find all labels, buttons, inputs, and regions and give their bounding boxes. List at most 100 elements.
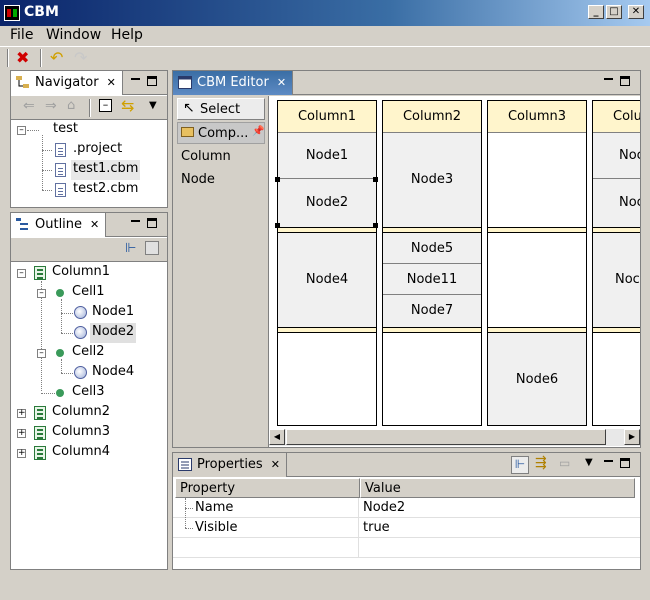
palette-select-tool[interactable]: ↖ Select (177, 98, 265, 120)
show-advanced-icon[interactable]: ⇶ (535, 455, 547, 471)
diagram-node-clipped[interactable]: Noc (593, 179, 640, 227)
tree-item-node1[interactable]: Node1 (92, 304, 134, 324)
tab-outline[interactable]: Outline ✕ (11, 213, 107, 237)
maximize-button[interactable]: □ (606, 5, 622, 19)
tree-item-node2[interactable]: Node2 (90, 323, 137, 343)
minimize-view-icon[interactable] (131, 78, 140, 80)
menu-help[interactable]: Help (111, 27, 143, 43)
view-window-controls (131, 218, 161, 230)
value-column-header[interactable]: Value (360, 478, 635, 498)
outline-icon (16, 218, 28, 230)
back-icon[interactable]: ⇐ (23, 98, 35, 114)
tree-item-column1[interactable]: Column1 (52, 264, 110, 284)
column-icon (34, 426, 46, 440)
diagram-canvas[interactable]: Column1 Node1 Node2 Node4 Column2 Node3 … (268, 96, 640, 447)
minimize-view-icon[interactable] (131, 220, 140, 222)
collapse-toggle-icon[interactable]: – (17, 126, 26, 135)
up-icon[interactable]: ⌂ (67, 98, 75, 113)
tree-item-test1[interactable]: test1.cbm (71, 160, 141, 180)
tree-item-test[interactable]: test (53, 121, 78, 141)
tree-item-cell3[interactable]: Cell3 (72, 384, 105, 404)
diagram-node-11[interactable]: Node11 (383, 264, 481, 295)
tree-item-column4[interactable]: Column4 (52, 444, 110, 464)
diagram-column-2[interactable]: Column2 Node3 Node5 Node11 Node7 (382, 100, 482, 426)
tab-cbm-editor[interactable]: CBM Editor ✕ (173, 71, 294, 95)
tree-line (42, 190, 52, 191)
collapse-toggle-icon[interactable]: – (37, 289, 46, 298)
palette-components-drawer[interactable]: Comp... 📌 (177, 122, 265, 144)
close-tab-icon[interactable]: ✕ (277, 76, 286, 89)
collapse-toggle-icon[interactable]: – (37, 349, 46, 358)
diagram-node-3[interactable]: Node3 (383, 133, 481, 227)
tree-view-icon[interactable]: ⊩ (125, 241, 136, 256)
minimize-view-icon[interactable] (604, 78, 613, 80)
diagram-node-1[interactable]: Node1 (278, 133, 376, 179)
table-row[interactable]: Name Node2 (173, 498, 640, 528)
maximize-view-icon[interactable] (147, 218, 157, 228)
tree-item-project[interactable]: .project (73, 141, 122, 161)
maximize-view-icon[interactable] (620, 76, 630, 86)
scroll-right-icon[interactable]: ▶ (624, 429, 640, 445)
tree-item-node4[interactable]: Node4 (92, 364, 134, 384)
minimize-view-icon[interactable] (604, 460, 613, 462)
close-tab-icon[interactable]: ✕ (271, 458, 280, 471)
diagram-node-6[interactable]: Node6 (488, 333, 586, 425)
menu-window[interactable]: Window (46, 27, 101, 43)
diagram-column-1[interactable]: Column1 Node1 Node2 Node4 (277, 100, 377, 426)
diagram-node-clipped[interactable]: Noc (593, 133, 640, 179)
horizontal-scrollbar[interactable]: ◀ ▶ (269, 429, 640, 446)
tree-item-column3[interactable]: Column3 (52, 424, 110, 444)
selection-handle[interactable] (373, 223, 378, 228)
maximize-view-icon[interactable] (147, 76, 157, 86)
view-menu-icon[interactable]: ▼ (585, 457, 593, 468)
overview-icon[interactable] (145, 241, 159, 255)
scroll-left-icon[interactable]: ◀ (269, 429, 285, 445)
pin-icon[interactable]: 📌 (252, 126, 264, 137)
tree-item-test2[interactable]: test2.cbm (73, 181, 138, 201)
outline-tabbar: Outline ✕ (11, 213, 167, 237)
link-editor-icon[interactable]: ⇆ (121, 96, 134, 115)
minimize-button[interactable]: _ (588, 5, 604, 19)
collapse-toggle-icon[interactable]: – (17, 269, 26, 278)
expand-toggle-icon[interactable]: + (17, 429, 26, 438)
show-categories-icon[interactable]: ⊩ (511, 456, 529, 474)
tree-item-column2[interactable]: Column2 (52, 404, 110, 424)
tree-item-cell1[interactable]: Cell1 (72, 284, 105, 304)
forward-icon[interactable]: ⇒ (45, 98, 57, 114)
close-tab-icon[interactable]: ✕ (107, 76, 116, 89)
selection-handle[interactable] (275, 177, 280, 182)
diagram-node-2[interactable]: Node2 (278, 179, 376, 227)
property-value[interactable]: true (363, 520, 390, 535)
maximize-view-icon[interactable] (620, 458, 630, 468)
redo-icon[interactable]: ↷ (74, 48, 87, 67)
expand-toggle-icon[interactable]: + (17, 409, 26, 418)
delete-icon[interactable]: ✖ (16, 48, 29, 67)
palette-column-tool[interactable]: Column (177, 146, 265, 168)
table-row[interactable]: Visible true (173, 518, 640, 538)
diagram-column-3[interactable]: Column3 Node6 (487, 100, 587, 426)
diagram-node-clipped[interactable]: Noc (593, 233, 640, 327)
diagram-node-5[interactable]: Node5 (383, 233, 481, 264)
menu-file[interactable]: File (10, 27, 33, 43)
property-column-header[interactable]: Property (175, 478, 360, 498)
view-menu-icon[interactable]: ▼ (149, 100, 157, 111)
tab-navigator[interactable]: Navigator ✕ (11, 71, 123, 95)
expand-toggle-icon[interactable]: + (17, 449, 26, 458)
diagram-column-4[interactable]: Colu Noc Noc Noc (592, 100, 640, 426)
close-tab-icon[interactable]: ✕ (90, 218, 99, 231)
undo-icon[interactable]: ↶ (50, 48, 63, 67)
tab-properties[interactable]: Properties ✕ (173, 453, 287, 477)
scroll-thumb[interactable] (286, 429, 606, 445)
diagram-node-4[interactable]: Node4 (278, 233, 376, 327)
diagram-node-7[interactable]: Node7 (383, 295, 481, 327)
column-header: Colu (593, 101, 640, 133)
property-value[interactable]: Node2 (363, 500, 405, 515)
selection-handle[interactable] (275, 223, 280, 228)
palette-node-tool[interactable]: Node (177, 169, 265, 191)
close-button[interactable]: ✕ (628, 5, 644, 19)
selection-handle[interactable] (373, 177, 378, 182)
collapse-all-icon[interactable]: – (99, 99, 112, 112)
tree-item-cell2[interactable]: Cell2 (72, 344, 105, 364)
column-header: Column2 (383, 101, 481, 133)
restore-default-icon[interactable]: ▭ (559, 456, 570, 470)
